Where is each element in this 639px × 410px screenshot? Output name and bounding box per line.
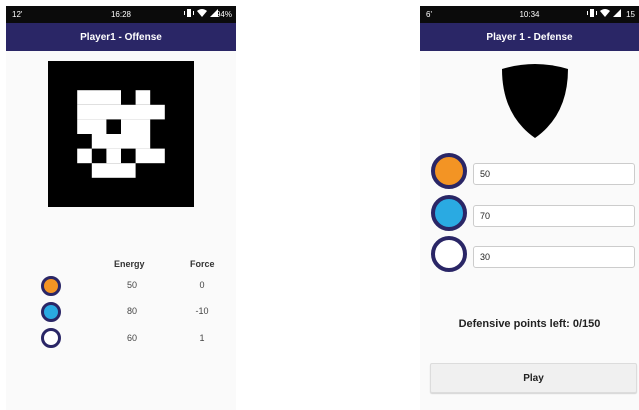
page-title: Player1 - Offense — [80, 31, 162, 43]
white-circle-icon — [41, 328, 61, 348]
battery-text: 94% — [215, 10, 232, 19]
white-defense-input[interactable] — [473, 246, 635, 268]
force-value: -10 — [195, 306, 209, 316]
orange-circle-icon — [41, 276, 61, 296]
status-bar: 6' 10:34 15 — [420, 6, 639, 23]
white-circle-icon — [431, 236, 467, 272]
force-value: 1 — [199, 333, 205, 343]
orange-circle-icon — [431, 153, 467, 189]
blue-circle-icon — [41, 302, 61, 322]
energy-value: 50 — [126, 280, 137, 290]
status-icons — [587, 9, 621, 17]
energy-header: Energy — [114, 259, 145, 269]
force-header: Force — [190, 259, 215, 269]
app-bar: Player1 - Offense — [6, 23, 236, 51]
status-icons — [184, 9, 218, 17]
vibrate-icon — [587, 9, 597, 17]
blue-circle-icon — [431, 195, 467, 231]
defensive-points-text: Defensive points left: 0/150 — [458, 318, 601, 330]
vibrate-icon — [184, 9, 194, 17]
force-value: 0 — [199, 280, 205, 290]
play-button-label: Play — [523, 372, 544, 384]
page-title: Player 1 - Defense — [486, 31, 573, 43]
energy-value: 80 — [126, 306, 137, 316]
shield-icon — [502, 64, 568, 138]
battery-text: 15 — [626, 10, 635, 19]
play-button[interactable]: Play — [430, 363, 637, 393]
orange-defense-input[interactable] — [473, 163, 635, 185]
wifi-icon — [600, 9, 610, 17]
blue-defense-input[interactable] — [473, 205, 635, 227]
fiducial-marker-image — [48, 61, 194, 207]
energy-value: 60 — [126, 333, 137, 343]
signal-icon — [613, 9, 621, 17]
offense-screen: 12' 16:28 94% Player1 - Offense Energy F… — [6, 6, 236, 410]
app-bar: Player 1 - Defense — [420, 23, 639, 51]
defense-screen: 6' 10:34 15 Player 1 - Defense Defensive… — [420, 6, 639, 410]
status-bar: 12' 16:28 94% — [6, 6, 236, 23]
wifi-icon — [197, 9, 207, 17]
